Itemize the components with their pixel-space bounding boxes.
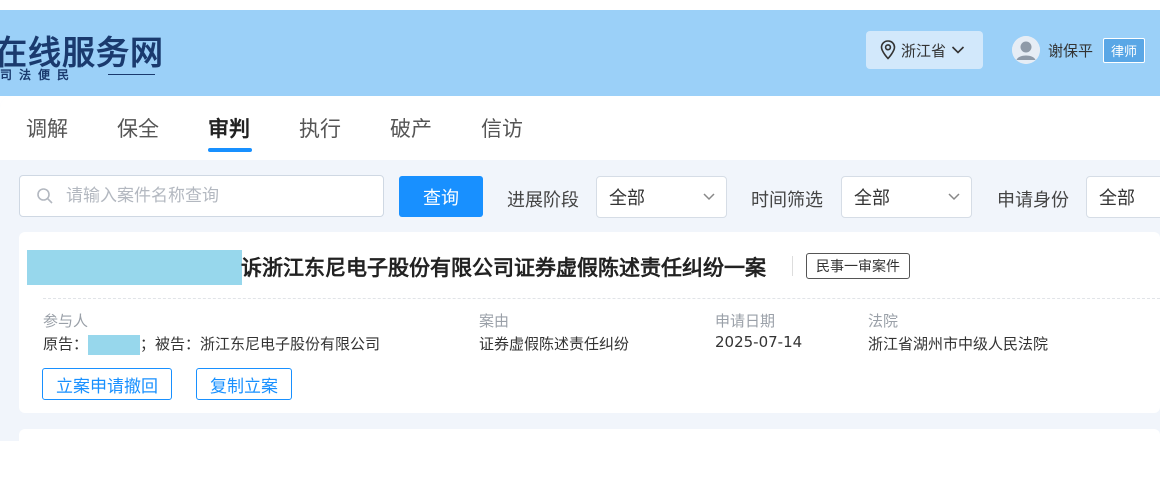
tab-bankruptcy[interactable]: 破产 (390, 113, 432, 143)
court-value: 浙江省湖州市中级人民法院 (868, 335, 1049, 353)
plaintiff-prefix: 原告： (43, 335, 89, 353)
copy-filing-button[interactable]: 复制立案 (196, 368, 292, 400)
logo-underline (108, 74, 155, 75)
apply-date-value: 2025-07-14 (715, 333, 803, 351)
progress-stage-value: 全部 (609, 188, 645, 209)
next-case-card (19, 429, 1160, 449)
region-label: 浙江省 (901, 41, 947, 60)
tab-petition[interactable]: 信访 (481, 113, 523, 143)
search-input[interactable] (64, 185, 368, 207)
progress-stage-label: 进展阶段 (507, 190, 579, 211)
service-tabs: 调解 保全 审判 执行 破产 信访 (0, 96, 1160, 160)
time-filter-label: 时间筛选 (751, 190, 823, 211)
chevron-down-icon (948, 193, 960, 201)
redacted-plaintiff-name (27, 250, 242, 285)
case-title[interactable]: 诉浙江东尼电子股份有限公司证券虚假陈述责任纠纷一案 (241, 252, 766, 282)
tab-mediation[interactable]: 调解 (26, 113, 68, 143)
time-filter-value: 全部 (854, 188, 890, 209)
chevron-down-icon (703, 193, 715, 201)
user-menu[interactable]: 谢保平 律师 (1012, 35, 1146, 65)
applicant-identity-select[interactable]: 全部 (1086, 176, 1160, 218)
apply-date-label: 申请日期 (715, 312, 776, 330)
site-logo-subtitle: 司法便民 (0, 68, 77, 82)
query-button[interactable]: 查询 (399, 176, 483, 217)
avatar-icon (1012, 36, 1040, 64)
location-pin-icon (880, 40, 896, 60)
cause-value: 证券虚假陈述责任纠纷 (479, 335, 630, 353)
cause-label: 案由 (479, 312, 510, 330)
participants-value: 原告： ；被告：浙江东尼电子股份有限公司 (43, 333, 380, 355)
case-type-badge: 民事一审案件 (806, 253, 910, 279)
search-icon (37, 188, 53, 204)
user-role-badge: 律师 (1103, 37, 1146, 63)
search-box (19, 175, 384, 217)
active-tab-indicator (208, 148, 252, 152)
tab-preservation[interactable]: 保全 (117, 113, 159, 143)
top-header: 在线服务网 司法便民 浙江省 谢保平 律师 (0, 10, 1160, 96)
time-filter-select[interactable]: 全部 (841, 176, 972, 218)
chevron-down-icon (951, 46, 965, 54)
court-label: 法院 (868, 312, 899, 330)
applicant-identity-label: 申请身份 (997, 190, 1069, 211)
title-divider (792, 256, 793, 276)
withdraw-filing-button[interactable]: 立案申请撤回 (42, 368, 172, 400)
region-selector[interactable]: 浙江省 (866, 31, 983, 69)
tab-trial[interactable]: 审判 (208, 113, 250, 143)
applicant-identity-value: 全部 (1099, 188, 1135, 209)
redacted-plaintiff (88, 334, 141, 355)
card-divider (43, 298, 1160, 299)
user-name: 谢保平 (1048, 41, 1094, 60)
participants-label: 参与人 (43, 312, 89, 330)
progress-stage-select[interactable]: 全部 (596, 176, 727, 218)
tab-execution[interactable]: 执行 (299, 113, 341, 143)
defendant-text: ；被告：浙江东尼电子股份有限公司 (140, 335, 381, 353)
